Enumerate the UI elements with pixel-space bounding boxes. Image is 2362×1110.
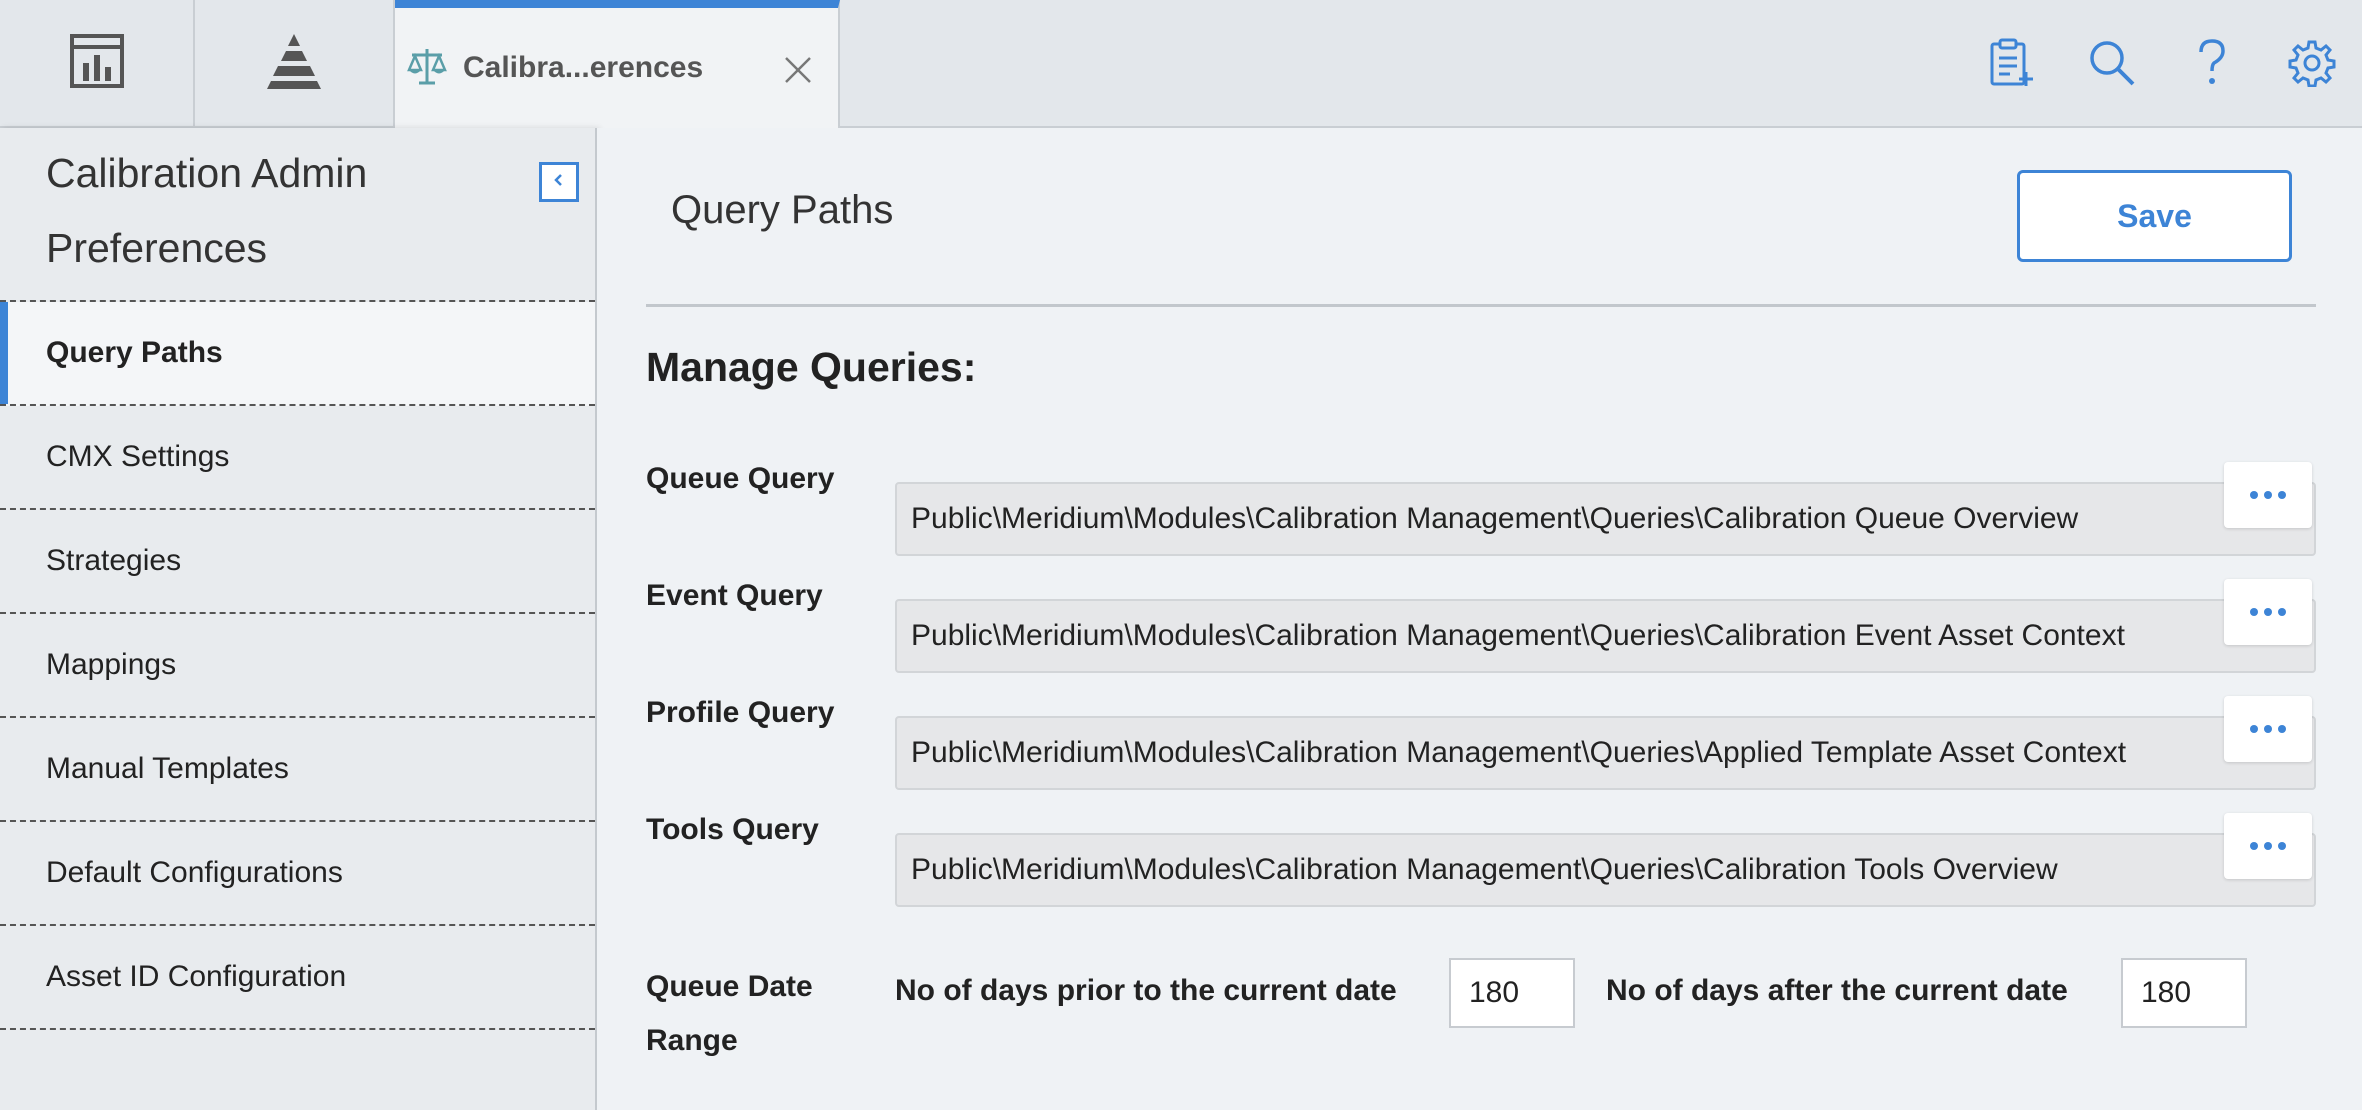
top-toolbar xyxy=(1962,0,2362,126)
sidebar-item-label: Manual Templates xyxy=(46,752,289,785)
section-heading: Manage Queries: xyxy=(646,344,977,390)
days-after-input[interactable] xyxy=(2121,958,2247,1028)
divider xyxy=(646,304,2316,307)
tools-query-browse-button[interactable] xyxy=(2224,813,2312,879)
page-title: Query Paths xyxy=(671,188,894,232)
sidebar-item-label: Strategies xyxy=(46,544,182,577)
queue-query-browse-button[interactable] xyxy=(2224,462,2312,528)
gear-icon[interactable] xyxy=(2262,13,2362,113)
sidebar-item-asset-id-configuration[interactable]: Asset ID Configuration xyxy=(0,926,595,1030)
sidebar-item-default-configurations[interactable]: Default Configurations xyxy=(0,822,595,926)
tab-label: Calibra...erences xyxy=(463,51,704,84)
profile-query-field[interactable]: Public\Meridium\Modules\Calibration Mana… xyxy=(895,716,2316,790)
calibration-scale-icon xyxy=(407,46,447,91)
event-query-field[interactable]: Public\Meridium\Modules\Calibration Mana… xyxy=(895,599,2316,673)
sidebar-item-strategies[interactable]: Strategies xyxy=(0,510,595,614)
top-bar: Calibra...erences xyxy=(0,0,2362,128)
new-clipboard-icon[interactable] xyxy=(1962,13,2062,113)
event-query-browse-button[interactable] xyxy=(2224,579,2312,645)
profile-query-row: Profile Query Public\Meridium\Modules\Ca… xyxy=(646,696,2316,813)
sidebar-item-label: Query Paths xyxy=(46,336,223,369)
queue-query-field[interactable]: Public\Meridium\Modules\Calibration Mana… xyxy=(895,482,2316,556)
sidebar-item-manual-templates[interactable]: Manual Templates xyxy=(0,718,595,822)
save-button[interactable]: Save xyxy=(2017,170,2292,262)
sidebar-item-cmx-settings[interactable]: CMX Settings xyxy=(0,406,595,510)
sidebar-title: Calibration Admin Preferences xyxy=(46,150,368,271)
sidebar-item-label: CMX Settings xyxy=(46,440,230,473)
sidebar-item-label: Asset ID Configuration xyxy=(46,960,347,993)
sidebar-nav: Query Paths CMX Settings Strategies Mapp… xyxy=(0,300,595,1030)
queue-query-label: Queue Query xyxy=(646,462,835,495)
sidebar-item-query-paths[interactable]: Query Paths xyxy=(0,302,595,406)
tools-query-field[interactable]: Public\Meridium\Modules\Calibration Mana… xyxy=(895,833,2316,907)
search-icon[interactable] xyxy=(2062,13,2162,113)
profile-query-browse-button[interactable] xyxy=(2224,696,2312,762)
collapse-sidebar-button[interactable] xyxy=(539,162,579,202)
dashboard-nav-tile[interactable] xyxy=(0,0,195,126)
sidebar-item-label: Mappings xyxy=(46,648,177,681)
sidebar-item-label: Default Configurations xyxy=(46,856,343,889)
chevron-left-icon xyxy=(551,172,567,193)
profile-query-label: Profile Query xyxy=(646,696,835,729)
main-content: Query Paths Save Manage Queries: Queue Q… xyxy=(597,128,2362,1110)
tools-query-label: Tools Query xyxy=(646,813,819,846)
close-icon[interactable] xyxy=(784,56,812,84)
days-prior-label: No of days prior to the current date xyxy=(895,974,1397,1007)
help-icon[interactable] xyxy=(2162,13,2262,113)
days-prior-input[interactable] xyxy=(1449,958,1575,1028)
sidebar-item-mappings[interactable]: Mappings xyxy=(0,614,595,718)
tab-calibration-preferences[interactable]: Calibra...erences xyxy=(395,0,840,128)
dashboard-icon xyxy=(69,33,125,94)
days-after-label: No of days after the current date xyxy=(1606,974,2068,1007)
pyramid-nav-tile[interactable] xyxy=(195,0,395,126)
queue-date-range-label: Queue Date Range xyxy=(646,970,813,1057)
event-query-label: Event Query xyxy=(646,579,823,612)
queue-query-row: Queue Query Public\Meridium\Modules\Cali… xyxy=(646,462,2316,579)
event-query-row: Event Query Public\Meridium\Modules\Cali… xyxy=(646,579,2316,696)
tools-query-row: Tools Query Public\Meridium\Modules\Cali… xyxy=(646,813,2316,930)
pyramid-icon xyxy=(264,32,324,95)
sidebar: Calibration Admin Preferences Query Path… xyxy=(0,128,597,1110)
